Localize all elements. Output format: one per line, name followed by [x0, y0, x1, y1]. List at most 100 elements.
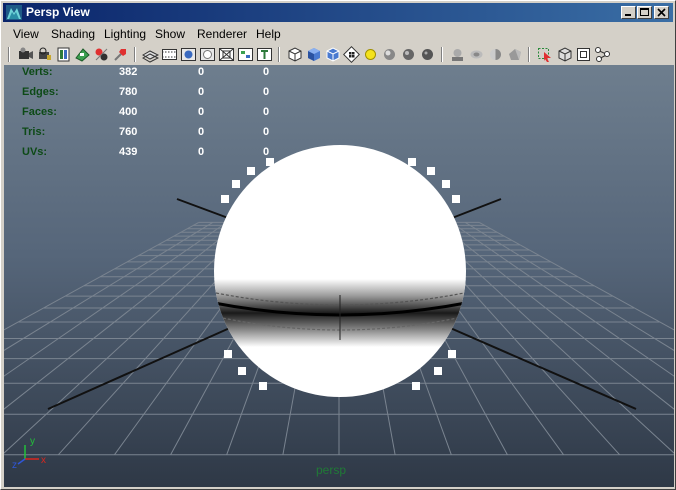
film-gate-button[interactable]: [161, 46, 178, 63]
image-plane-icon: [95, 48, 108, 61]
hud-label: Verts:: [22, 66, 53, 78]
textured-icon: [343, 46, 360, 63]
hud-value: 0: [263, 126, 270, 138]
frame-all-button[interactable]: [575, 46, 592, 63]
hud-row-faces: Faces: 400 0 0: [22, 106, 282, 126]
menu-show[interactable]: Show: [155, 27, 185, 41]
hud-label: Tris:: [22, 126, 46, 138]
grid-toggle-button[interactable]: [141, 46, 160, 63]
hud-label: Faces:: [22, 106, 57, 118]
hud-value: 0: [263, 106, 270, 118]
frame-all-icon: [577, 48, 590, 61]
hud-value: 439: [119, 146, 138, 158]
hud-value: 382: [119, 66, 138, 78]
use-all-lights-icon: [365, 49, 376, 60]
menu-lighting[interactable]: Lighting: [104, 27, 146, 41]
field-chart-button[interactable]: [218, 46, 235, 63]
shadows-button[interactable]: [381, 46, 398, 63]
camera-attributes-button[interactable]: [55, 46, 72, 63]
hud-label: UVs:: [22, 146, 48, 158]
wireframe-button[interactable]: [286, 46, 303, 63]
hud-value: 0: [198, 86, 205, 98]
highlight-selection-button[interactable]: [536, 46, 553, 63]
frame-selection-icon: [595, 47, 610, 62]
backface-culling-icon: [509, 49, 521, 60]
view-axis-indicator: y x z: [12, 433, 56, 471]
2d-pan-zoom-button[interactable]: [112, 46, 129, 63]
axis-y-label: y: [30, 436, 35, 447]
panel-toolbar: [3, 44, 673, 65]
smooth-shade-button[interactable]: [305, 46, 322, 63]
camera-attributes-icon: [57, 47, 70, 62]
toolbar-separator: [278, 47, 280, 62]
shadows-icon: [384, 49, 395, 60]
hud-value: 0: [198, 106, 205, 118]
persp-viewport[interactable]: Verts: 382 0 0 Edges: 780 0 0 Faces: 400…: [4, 65, 674, 487]
resolution-gate-button[interactable]: [180, 46, 197, 63]
toolbar-separator: [134, 47, 136, 62]
isolate-select-icon: [452, 49, 463, 61]
gate-mask-icon: [200, 48, 215, 61]
hud-value: 0: [263, 86, 270, 98]
hud-value: 0: [198, 146, 205, 158]
menu-help[interactable]: Help: [256, 27, 281, 41]
ambient-occlusion-button[interactable]: [400, 46, 417, 63]
hud-row-tris: Tris: 760 0 0: [22, 126, 282, 146]
hud-label: Edges:: [22, 86, 59, 98]
maya-app-icon: [6, 5, 22, 20]
select-camera-icon: [19, 47, 33, 59]
xray-joints-button[interactable]: [487, 46, 504, 63]
textured-button[interactable]: [343, 46, 360, 63]
2d-pan-zoom-icon: [114, 49, 126, 61]
sphere-mesh[interactable]: [209, 145, 471, 397]
title-bar[interactable]: Persp View: [3, 3, 673, 22]
hud-row-edges: Edges: 780 0 0: [22, 86, 282, 106]
hud-value: 0: [263, 146, 270, 158]
grid-toggle-icon: [141, 50, 160, 63]
select-box-icon: [558, 47, 572, 62]
close-button[interactable]: [654, 6, 669, 19]
hud-value: 780: [119, 86, 138, 98]
highlight-selection-icon: [538, 48, 551, 62]
gate-mask-button[interactable]: [199, 46, 216, 63]
close-icon: [657, 8, 666, 17]
bookmarks-button[interactable]: [74, 46, 91, 63]
hud-value: 0: [198, 126, 205, 138]
menu-renderer[interactable]: Renderer: [197, 27, 247, 41]
xray-button[interactable]: [468, 46, 485, 63]
hud-value: 0: [198, 66, 205, 78]
menu-view[interactable]: View: [13, 27, 39, 41]
wireframe-on-shaded-button[interactable]: [324, 46, 341, 63]
camera-name-label: persp: [316, 463, 347, 477]
ambient-occlusion-icon: [403, 49, 414, 60]
use-all-lights-button[interactable]: [362, 46, 379, 63]
lock-camera-button[interactable]: [36, 46, 53, 63]
antialiasing-icon: [422, 49, 433, 60]
lock-camera-icon: [39, 47, 51, 60]
axis-gizmo-icon: y x z: [12, 436, 46, 471]
frame-selection-button[interactable]: [594, 46, 611, 63]
axis-z-label: z: [12, 460, 17, 469]
backface-culling-button[interactable]: [506, 46, 523, 63]
xray-icon: [470, 50, 483, 59]
hud-value: 400: [119, 106, 138, 118]
isolate-select-button[interactable]: [449, 46, 466, 63]
toolbar-handle[interactable]: [8, 47, 10, 62]
window-title: Persp View: [26, 5, 90, 19]
wireframe-on-shaded-icon: [326, 47, 340, 62]
image-plane-button[interactable]: [93, 46, 110, 63]
toolbar-separator: [528, 47, 530, 62]
toolbar-separator: [441, 47, 443, 62]
select-box-button[interactable]: [556, 46, 573, 63]
antialiasing-button[interactable]: [419, 46, 436, 63]
menu-shading[interactable]: Shading: [51, 27, 95, 41]
select-camera-button[interactable]: [17, 46, 34, 63]
safe-title-button[interactable]: [237, 46, 254, 63]
minimize-button[interactable]: [621, 6, 636, 19]
hud-row-uvs: UVs: 439 0 0: [22, 146, 282, 166]
safe-action-icon: [257, 48, 272, 61]
maximize-button[interactable]: [637, 6, 652, 19]
hud-row-verts: Verts: 382 0 0: [22, 66, 282, 86]
safe-action-button[interactable]: [256, 46, 273, 63]
xray-joints-icon: [490, 49, 501, 60]
